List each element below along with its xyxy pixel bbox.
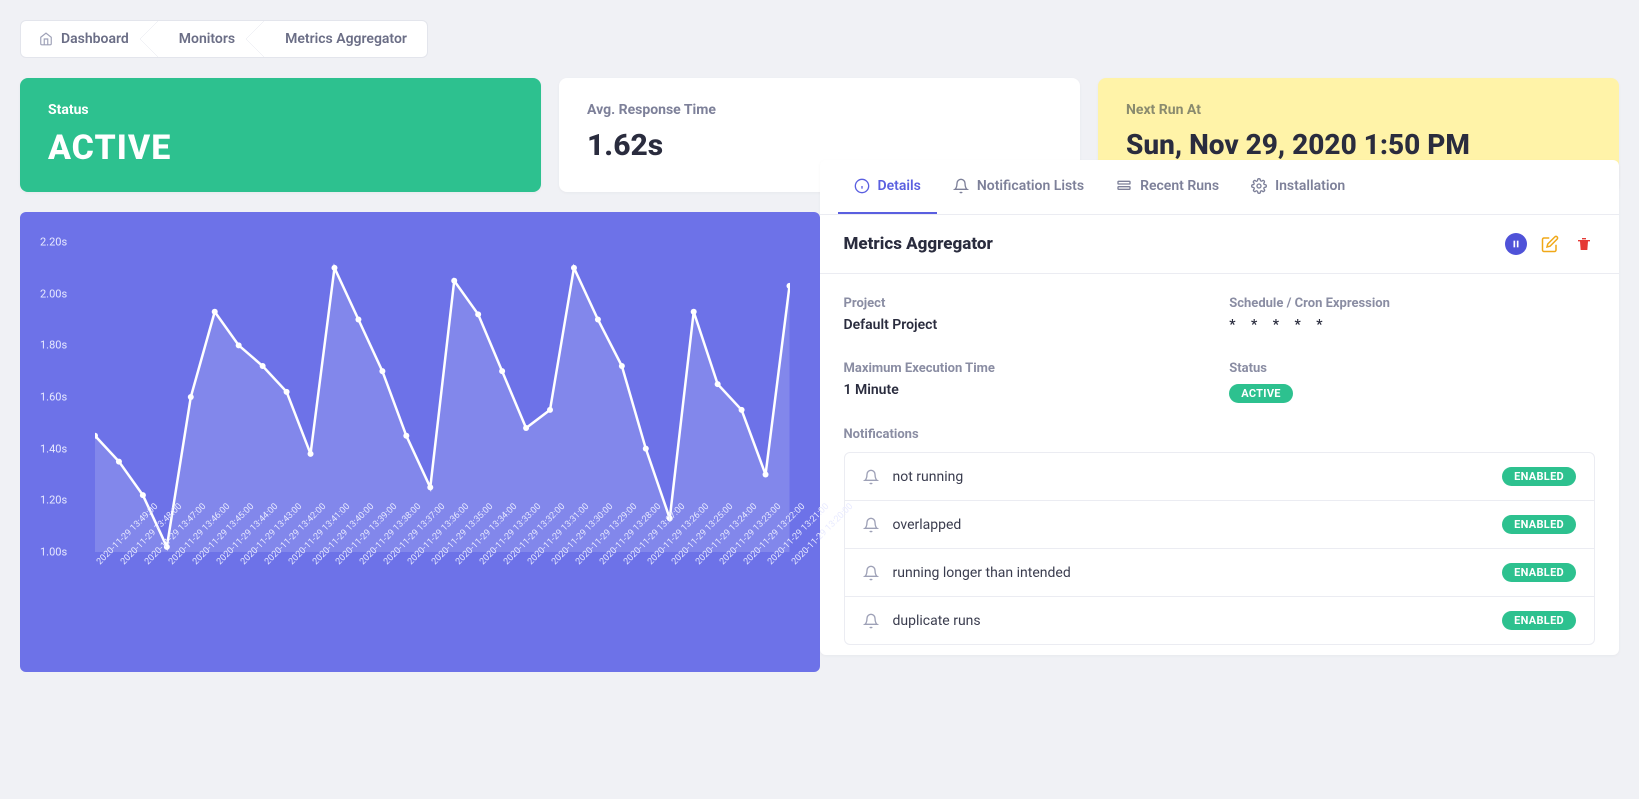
detail-maxexec: Maximum Execution Time 1 Minute (844, 361, 1210, 403)
notification-row[interactable]: overlapped ENABLED (845, 501, 1595, 549)
response-card-label: Avg. Response Time (587, 102, 1052, 118)
breadcrumb-monitors-label: Monitors (179, 31, 235, 47)
detail-project: Project Default Project (844, 296, 1210, 333)
details-panel: Details Notification Lists Recent Runs I… (820, 160, 1620, 655)
bell-icon (863, 469, 879, 485)
panel-tabs: Details Notification Lists Recent Runs I… (820, 160, 1620, 215)
schedule-value: * * * * * (1229, 317, 1595, 333)
breadcrumb-home-label: Dashboard (61, 31, 129, 47)
y-axis-tick: 1.00s (40, 546, 67, 559)
main-content: 2.20s2.00s1.80s1.60s1.40s1.20s1.00s 2020… (20, 212, 1619, 672)
y-axis-tick: 1.60s (40, 391, 67, 404)
detail-grid: Project Default Project Schedule / Cron … (844, 296, 1596, 403)
notification-name: running longer than intended (893, 565, 1071, 581)
notifications-list: not running ENABLED overlapped ENABLED r… (844, 452, 1596, 645)
next-run-label: Next Run At (1126, 102, 1591, 118)
notification-row[interactable]: running longer than intended ENABLED (845, 549, 1595, 597)
y-axis-tick: 1.80s (40, 339, 67, 352)
edit-icon (1541, 235, 1559, 253)
panel-title: Metrics Aggregator (844, 234, 993, 254)
bell-icon (863, 565, 879, 581)
y-axis-tick: 2.20s (40, 236, 67, 249)
delete-button[interactable] (1573, 233, 1595, 255)
notification-state-badge: ENABLED (1502, 611, 1576, 630)
notification-row[interactable]: not running ENABLED (845, 453, 1595, 501)
info-icon (854, 178, 870, 194)
tab-recent-runs[interactable]: Recent Runs (1100, 160, 1235, 214)
tab-details-label: Details (878, 178, 921, 194)
notification-state-badge: ENABLED (1502, 563, 1576, 582)
status-card-value: ACTIVE (48, 128, 513, 168)
breadcrumb-current: Metrics Aggregator (255, 21, 427, 57)
next-run-value: Sun, Nov 29, 2020 1:50 PM (1126, 128, 1591, 161)
breadcrumb-current-label: Metrics Aggregator (285, 31, 407, 47)
maxexec-label: Maximum Execution Time (844, 361, 1210, 376)
status-card-label: Status (48, 102, 513, 118)
tab-notiflists-label: Notification Lists (977, 178, 1084, 194)
notification-state-badge: ENABLED (1502, 515, 1576, 534)
response-card-value: 1.62s (587, 128, 1052, 163)
gear-icon (1251, 178, 1267, 194)
detail-schedule: Schedule / Cron Expression * * * * * (1229, 296, 1595, 333)
notification-left: overlapped (863, 517, 962, 533)
bell-icon (863, 613, 879, 629)
tab-notification-lists[interactable]: Notification Lists (937, 160, 1100, 214)
project-value: Default Project (844, 317, 1210, 333)
breadcrumb-monitors[interactable]: Monitors (149, 21, 255, 57)
notification-left: duplicate runs (863, 613, 981, 629)
schedule-label: Schedule / Cron Expression (1229, 296, 1595, 311)
trash-icon (1576, 236, 1592, 252)
panel-actions (1505, 233, 1595, 255)
panel-header: Metrics Aggregator (820, 215, 1620, 274)
list-icon (1116, 178, 1132, 194)
edit-button[interactable] (1539, 233, 1561, 255)
maxexec-value: 1 Minute (844, 382, 1210, 398)
bell-icon (953, 178, 969, 194)
notification-name: overlapped (893, 517, 962, 533)
panel-body: Project Default Project Schedule / Cron … (820, 274, 1620, 655)
status-badge: ACTIVE (1229, 384, 1293, 403)
home-icon (39, 32, 53, 46)
bell-icon (863, 517, 879, 533)
tab-recent-label: Recent Runs (1140, 178, 1219, 194)
pause-icon (1511, 239, 1521, 249)
tab-install-label: Installation (1275, 178, 1345, 194)
notification-row[interactable]: duplicate runs ENABLED (845, 597, 1595, 644)
notification-state-badge: ENABLED (1502, 467, 1576, 486)
breadcrumb-home[interactable]: Dashboard (21, 21, 149, 57)
tab-details[interactable]: Details (838, 160, 937, 214)
notification-left: running longer than intended (863, 565, 1071, 581)
detail-status-label: Status (1229, 361, 1595, 376)
detail-status: Status ACTIVE (1229, 361, 1595, 403)
project-label: Project (844, 296, 1210, 311)
pause-button[interactable] (1505, 233, 1527, 255)
y-axis-tick: 2.00s (40, 287, 67, 300)
y-axis-tick: 1.20s (40, 494, 67, 507)
breadcrumb: Dashboard Monitors Metrics Aggregator (20, 20, 428, 58)
status-card: Status ACTIVE (20, 78, 541, 192)
notification-name: duplicate runs (893, 613, 981, 629)
y-axis-tick: 1.40s (40, 442, 67, 455)
response-time-chart: 2.20s2.00s1.80s1.60s1.40s1.20s1.00s 2020… (20, 212, 820, 672)
notifications-label: Notifications (844, 427, 1596, 442)
notification-name: not running (893, 469, 964, 485)
tab-installation[interactable]: Installation (1235, 160, 1361, 214)
notification-left: not running (863, 469, 964, 485)
